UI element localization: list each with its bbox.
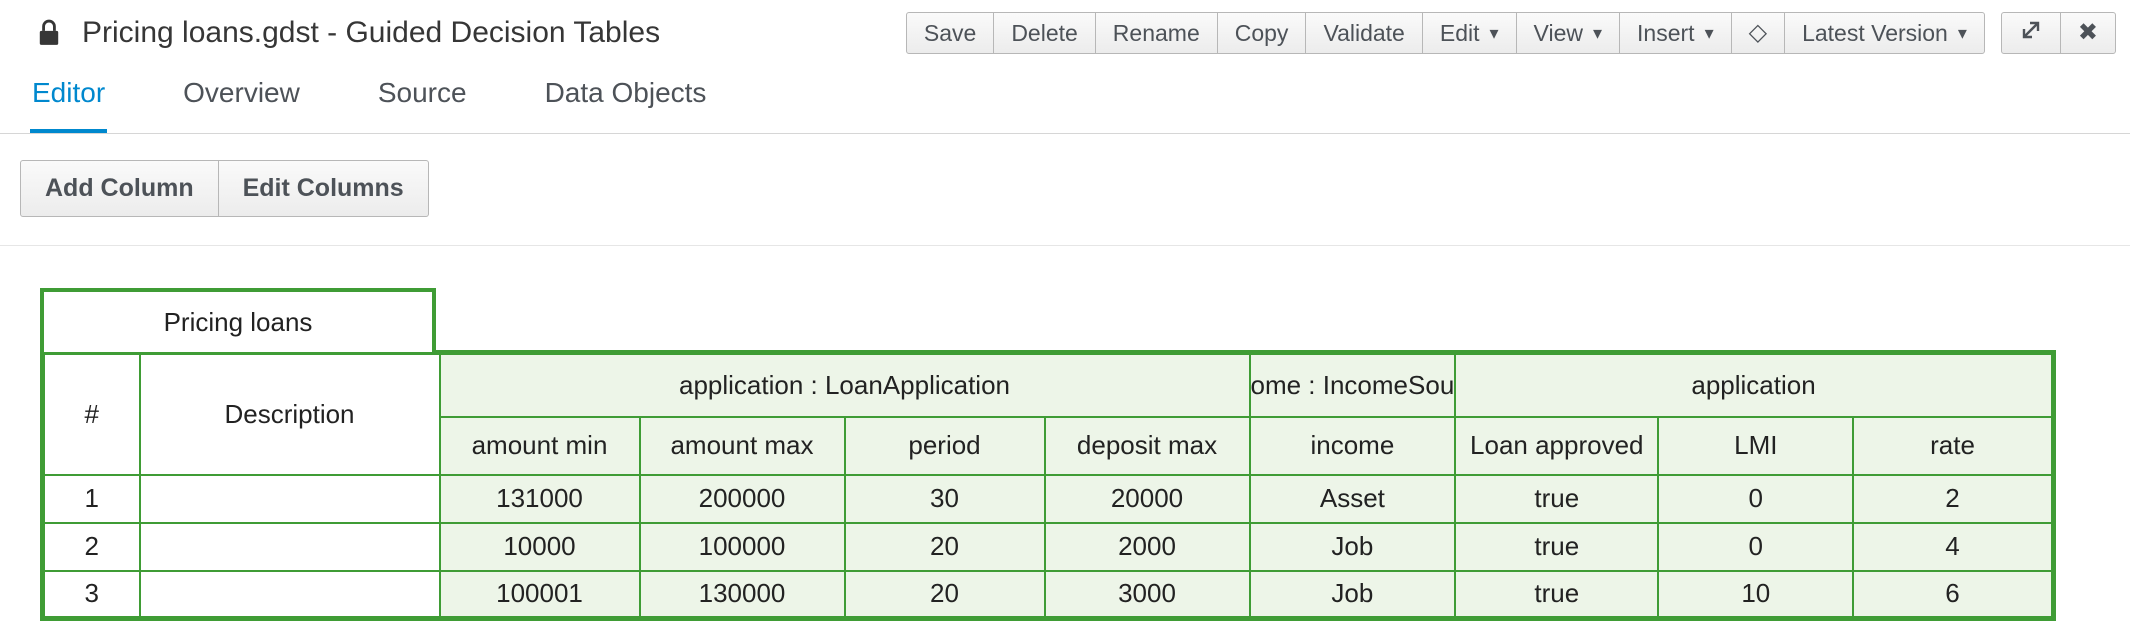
page-title: Pricing loans.gdst - Guided Decision Tab… <box>82 16 660 50</box>
group-header-income-source[interactable]: ome : IncomeSou <box>1250 353 1456 417</box>
validate-button[interactable]: Validate <box>1305 12 1422 54</box>
description-cell[interactable] <box>140 523 440 571</box>
col-header-rate[interactable]: rate <box>1853 417 2053 475</box>
tab-data-objects[interactable]: Data Objects <box>543 77 709 133</box>
data-cell[interactable]: true <box>1455 571 1658 619</box>
col-header-period[interactable]: period <box>845 417 1045 475</box>
close-icon: ✖ <box>2078 21 2098 45</box>
data-cell[interactable]: 0 <box>1658 523 1853 571</box>
row-number-cell[interactable]: 2 <box>43 523 140 571</box>
edit-menu-button[interactable]: Edit ▾ <box>1422 12 1517 54</box>
col-header-number[interactable]: # <box>43 353 140 475</box>
col-header-amount-min[interactable]: amount min <box>440 417 640 475</box>
decision-table: Pricing loans # Desc <box>40 288 2130 621</box>
col-header-loan-approved[interactable]: Loan approved <box>1455 417 1658 475</box>
col-header-deposit-max[interactable]: deposit max <box>1045 417 1250 475</box>
data-cell[interactable]: 131000 <box>440 475 640 523</box>
data-cell[interactable]: 20 <box>845 571 1045 619</box>
data-cell[interactable]: 0 <box>1658 475 1853 523</box>
table-row: 2 10000 100000 20 2000 Job true 0 4 <box>43 523 2054 571</box>
titlebar: Pricing loans.gdst - Guided Decision Tab… <box>0 0 2130 62</box>
data-cell[interactable]: Job <box>1250 571 1456 619</box>
title-toolbar-area: Save Delete Rename Copy Validate Edit ▾ … <box>906 12 2116 54</box>
table-row: 3 100001 130000 20 3000 Job true 10 6 <box>43 571 2054 619</box>
col-header-lmi[interactable]: LMI <box>1658 417 1853 475</box>
diamond-button[interactable]: ◇ <box>1731 12 1785 54</box>
data-cell[interactable]: 100001 <box>440 571 640 619</box>
data-cell[interactable]: 130000 <box>640 571 845 619</box>
tab-editor[interactable]: Editor <box>30 77 107 133</box>
tab-overview[interactable]: Overview <box>181 77 302 133</box>
chevron-down-icon: ▾ <box>1958 24 1967 42</box>
table-canvas: Pricing loans # Desc <box>0 246 2130 621</box>
data-cell[interactable]: 4 <box>1853 523 2053 571</box>
lock-icon <box>36 17 64 49</box>
data-cell[interactable]: 6 <box>1853 571 2053 619</box>
editor-toolbar: Add Column Edit Columns <box>0 134 2130 246</box>
view-menu-label: View <box>1534 20 1583 47</box>
group-header-application[interactable]: application <box>1455 353 2053 417</box>
data-cell[interactable]: 20000 <box>1045 475 1250 523</box>
description-cell[interactable] <box>140 571 440 619</box>
data-cell[interactable]: 2 <box>1853 475 2053 523</box>
chevron-down-icon: ▾ <box>1490 24 1499 42</box>
copy-button[interactable]: Copy <box>1217 12 1307 54</box>
latest-version-label: Latest Version <box>1802 20 1948 47</box>
data-cell[interactable]: Asset <box>1250 475 1456 523</box>
title-area: Pricing loans.gdst - Guided Decision Tab… <box>36 16 660 50</box>
save-button[interactable]: Save <box>906 12 994 54</box>
table-row: 1 131000 200000 30 20000 Asset true 0 2 <box>43 475 2054 523</box>
row-number-cell[interactable]: 1 <box>43 475 140 523</box>
data-cell[interactable]: 2000 <box>1045 523 1250 571</box>
diamond-icon: ◇ <box>1749 21 1767 45</box>
data-cell[interactable]: 30 <box>845 475 1045 523</box>
window-controls: ✖ <box>2001 12 2116 54</box>
data-cell[interactable]: 200000 <box>640 475 845 523</box>
description-cell[interactable] <box>140 475 440 523</box>
col-header-amount-max[interactable]: amount max <box>640 417 845 475</box>
col-header-description[interactable]: Description <box>140 353 440 475</box>
tab-bar: Editor Overview Source Data Objects <box>0 62 2130 134</box>
data-cell[interactable]: Job <box>1250 523 1456 571</box>
rename-button[interactable]: Rename <box>1095 12 1218 54</box>
chevron-down-icon: ▾ <box>1593 24 1602 42</box>
insert-menu-label: Insert <box>1637 20 1695 47</box>
delete-button[interactable]: Delete <box>993 12 1095 54</box>
edit-menu-label: Edit <box>1440 20 1480 47</box>
view-menu-button[interactable]: View ▾ <box>1516 12 1620 54</box>
data-cell[interactable]: 3000 <box>1045 571 1250 619</box>
insert-menu-button[interactable]: Insert ▾ <box>1619 12 1732 54</box>
expand-button[interactable] <box>2001 12 2061 54</box>
data-cell[interactable]: 10000 <box>440 523 640 571</box>
expand-icon <box>2019 18 2043 48</box>
main-toolbar: Save Delete Rename Copy Validate Edit ▾ … <box>906 12 1985 54</box>
group-header-loan-application[interactable]: application : LoanApplication <box>440 353 1250 417</box>
close-button[interactable]: ✖ <box>2060 12 2116 54</box>
decision-table-grid: # Description application : LoanApplicat… <box>40 350 2056 621</box>
data-cell[interactable]: 20 <box>845 523 1045 571</box>
group-header-row: # Description application : LoanApplicat… <box>43 353 2054 417</box>
chevron-down-icon: ▾ <box>1705 24 1714 42</box>
table-title[interactable]: Pricing loans <box>40 288 436 352</box>
add-column-button[interactable]: Add Column <box>20 160 219 217</box>
edit-columns-button[interactable]: Edit Columns <box>218 160 429 217</box>
tab-source[interactable]: Source <box>376 77 469 133</box>
app-window: Pricing loans.gdst - Guided Decision Tab… <box>0 0 2130 621</box>
col-header-income[interactable]: income <box>1250 417 1456 475</box>
data-cell[interactable]: 10 <box>1658 571 1853 619</box>
row-number-cell[interactable]: 3 <box>43 571 140 619</box>
data-cell[interactable]: true <box>1455 475 1658 523</box>
data-cell[interactable]: true <box>1455 523 1658 571</box>
data-cell[interactable]: 100000 <box>640 523 845 571</box>
latest-version-menu-button[interactable]: Latest Version ▾ <box>1784 12 1985 54</box>
